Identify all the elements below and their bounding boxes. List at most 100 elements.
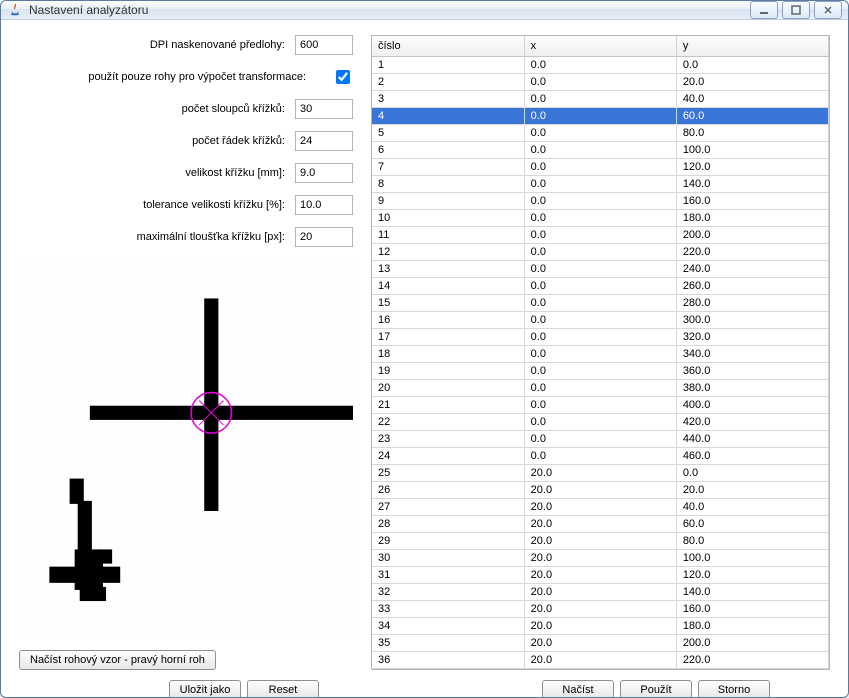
cell-x: 0.0 (524, 447, 676, 464)
cell-x: 0.0 (524, 56, 676, 73)
table-row[interactable]: 50.080.0 (372, 124, 829, 141)
table-row[interactable]: 200.0380.0 (372, 379, 829, 396)
table-row[interactable]: 2720.040.0 (372, 498, 829, 515)
size-tolerance-label: tolerance velikosti křížku [%]: (19, 199, 295, 211)
max-thickness-label: maximální tloušťka křížku [px]: (19, 231, 295, 243)
table-row[interactable]: 2620.020.0 (372, 481, 829, 498)
cell-y: 160.0 (676, 600, 828, 617)
cell-index: 28 (372, 515, 524, 532)
table-row[interactable]: 60.0100.0 (372, 141, 829, 158)
table-row[interactable]: 30.040.0 (372, 90, 829, 107)
corners-only-checkbox[interactable] (336, 70, 350, 84)
cell-x: 20.0 (524, 600, 676, 617)
cell-y: 40.0 (676, 498, 828, 515)
table-row[interactable]: 3220.0140.0 (372, 583, 829, 600)
table-row[interactable]: 20.020.0 (372, 73, 829, 90)
reset-button[interactable]: Reset (247, 680, 319, 698)
cell-y: 380.0 (676, 379, 828, 396)
table-row[interactable]: 2920.080.0 (372, 532, 829, 549)
cell-y: 60.0 (676, 107, 828, 124)
load-button[interactable]: Načíst (542, 680, 614, 698)
corners-only-row: použít pouze rohy pro výpočet transforma… (19, 67, 353, 87)
table-row[interactable]: 150.0280.0 (372, 294, 829, 311)
apply-button[interactable]: Použít (620, 680, 692, 698)
table-row[interactable]: 90.0160.0 (372, 192, 829, 209)
table-row[interactable]: 210.0400.0 (372, 396, 829, 413)
table-row[interactable]: 160.0300.0 (372, 311, 829, 328)
table-row[interactable]: 140.0260.0 (372, 277, 829, 294)
rows-input[interactable] (295, 131, 353, 151)
table-row[interactable]: 2820.060.0 (372, 515, 829, 532)
cell-index: 9 (372, 192, 524, 209)
window-controls (750, 1, 842, 19)
table-row[interactable]: 70.0120.0 (372, 158, 829, 175)
table-row[interactable]: 3620.0220.0 (372, 651, 829, 668)
minimize-button[interactable] (750, 1, 778, 19)
cell-y: 80.0 (676, 124, 828, 141)
left-button-group: Uložit jako Reset (169, 680, 319, 698)
cell-index: 29 (372, 532, 524, 549)
cell-x: 0.0 (524, 362, 676, 379)
table-row[interactable]: 3120.0120.0 (372, 566, 829, 583)
table-row[interactable]: 170.0320.0 (372, 328, 829, 345)
cell-index: 7 (372, 158, 524, 175)
max-thickness-row: maximální tloušťka křížku [px]: (19, 227, 353, 247)
max-thickness-input[interactable] (295, 227, 353, 247)
cancel-button[interactable]: Storno (698, 680, 770, 698)
cell-y: 60.0 (676, 515, 828, 532)
cell-index: 27 (372, 498, 524, 515)
size-tolerance-row: tolerance velikosti křížku [%]: (19, 195, 353, 215)
maximize-button[interactable] (782, 1, 810, 19)
cell-x: 20.0 (524, 566, 676, 583)
cross-size-input[interactable] (295, 163, 353, 183)
table-row[interactable]: 190.0360.0 (372, 362, 829, 379)
table-row[interactable]: 180.0340.0 (372, 345, 829, 362)
cell-x: 20.0 (524, 583, 676, 600)
cell-x: 20.0 (524, 651, 676, 668)
java-icon (7, 2, 23, 18)
cell-x: 0.0 (524, 73, 676, 90)
cell-x: 0.0 (524, 328, 676, 345)
table-row[interactable]: 3420.0180.0 (372, 617, 829, 634)
cell-y: 120.0 (676, 566, 828, 583)
table-row[interactable]: 80.0140.0 (372, 175, 829, 192)
coords-table-scroll[interactable]: číslo x y 10.00.020.020.030.040.040.060.… (372, 36, 829, 669)
cell-y: 340.0 (676, 345, 828, 362)
load-corner-button[interactable]: Načíst rohový vzor - pravý horní roh (19, 650, 216, 670)
table-row[interactable]: 10.00.0 (372, 56, 829, 73)
col-x[interactable]: x (524, 36, 676, 56)
save-as-button[interactable]: Uložit jako (169, 680, 241, 698)
cell-y: 140.0 (676, 175, 828, 192)
table-row[interactable]: 40.060.0 (372, 107, 829, 124)
cell-x: 20.0 (524, 634, 676, 651)
table-row[interactable]: 130.0240.0 (372, 260, 829, 277)
table-row[interactable]: 120.0220.0 (372, 243, 829, 260)
cell-index: 36 (372, 651, 524, 668)
col-index[interactable]: číslo (372, 36, 524, 56)
table-row[interactable]: 3320.0160.0 (372, 600, 829, 617)
cell-index: 6 (372, 141, 524, 158)
table-row[interactable]: 220.0420.0 (372, 413, 829, 430)
table-row[interactable]: 100.0180.0 (372, 209, 829, 226)
col-y[interactable]: y (676, 36, 828, 56)
close-button[interactable] (814, 1, 842, 19)
cell-y: 20.0 (676, 481, 828, 498)
table-row[interactable]: 240.0460.0 (372, 447, 829, 464)
cell-index: 26 (372, 481, 524, 498)
cell-x: 20.0 (524, 464, 676, 481)
cell-y: 100.0 (676, 141, 828, 158)
cross-preview-icon (19, 261, 353, 640)
size-tolerance-input[interactable] (295, 195, 353, 215)
cell-x: 0.0 (524, 226, 676, 243)
cell-index: 2 (372, 73, 524, 90)
table-row[interactable]: 2520.00.0 (372, 464, 829, 481)
cols-input[interactable] (295, 99, 353, 119)
dpi-input[interactable] (295, 35, 353, 55)
table-row[interactable]: 3520.0200.0 (372, 634, 829, 651)
table-row[interactable]: 3020.0100.0 (372, 549, 829, 566)
table-row[interactable]: 230.0440.0 (372, 430, 829, 447)
cell-y: 260.0 (676, 277, 828, 294)
cross-preview (19, 261, 353, 640)
table-row[interactable]: 110.0200.0 (372, 226, 829, 243)
cell-y: 0.0 (676, 464, 828, 481)
